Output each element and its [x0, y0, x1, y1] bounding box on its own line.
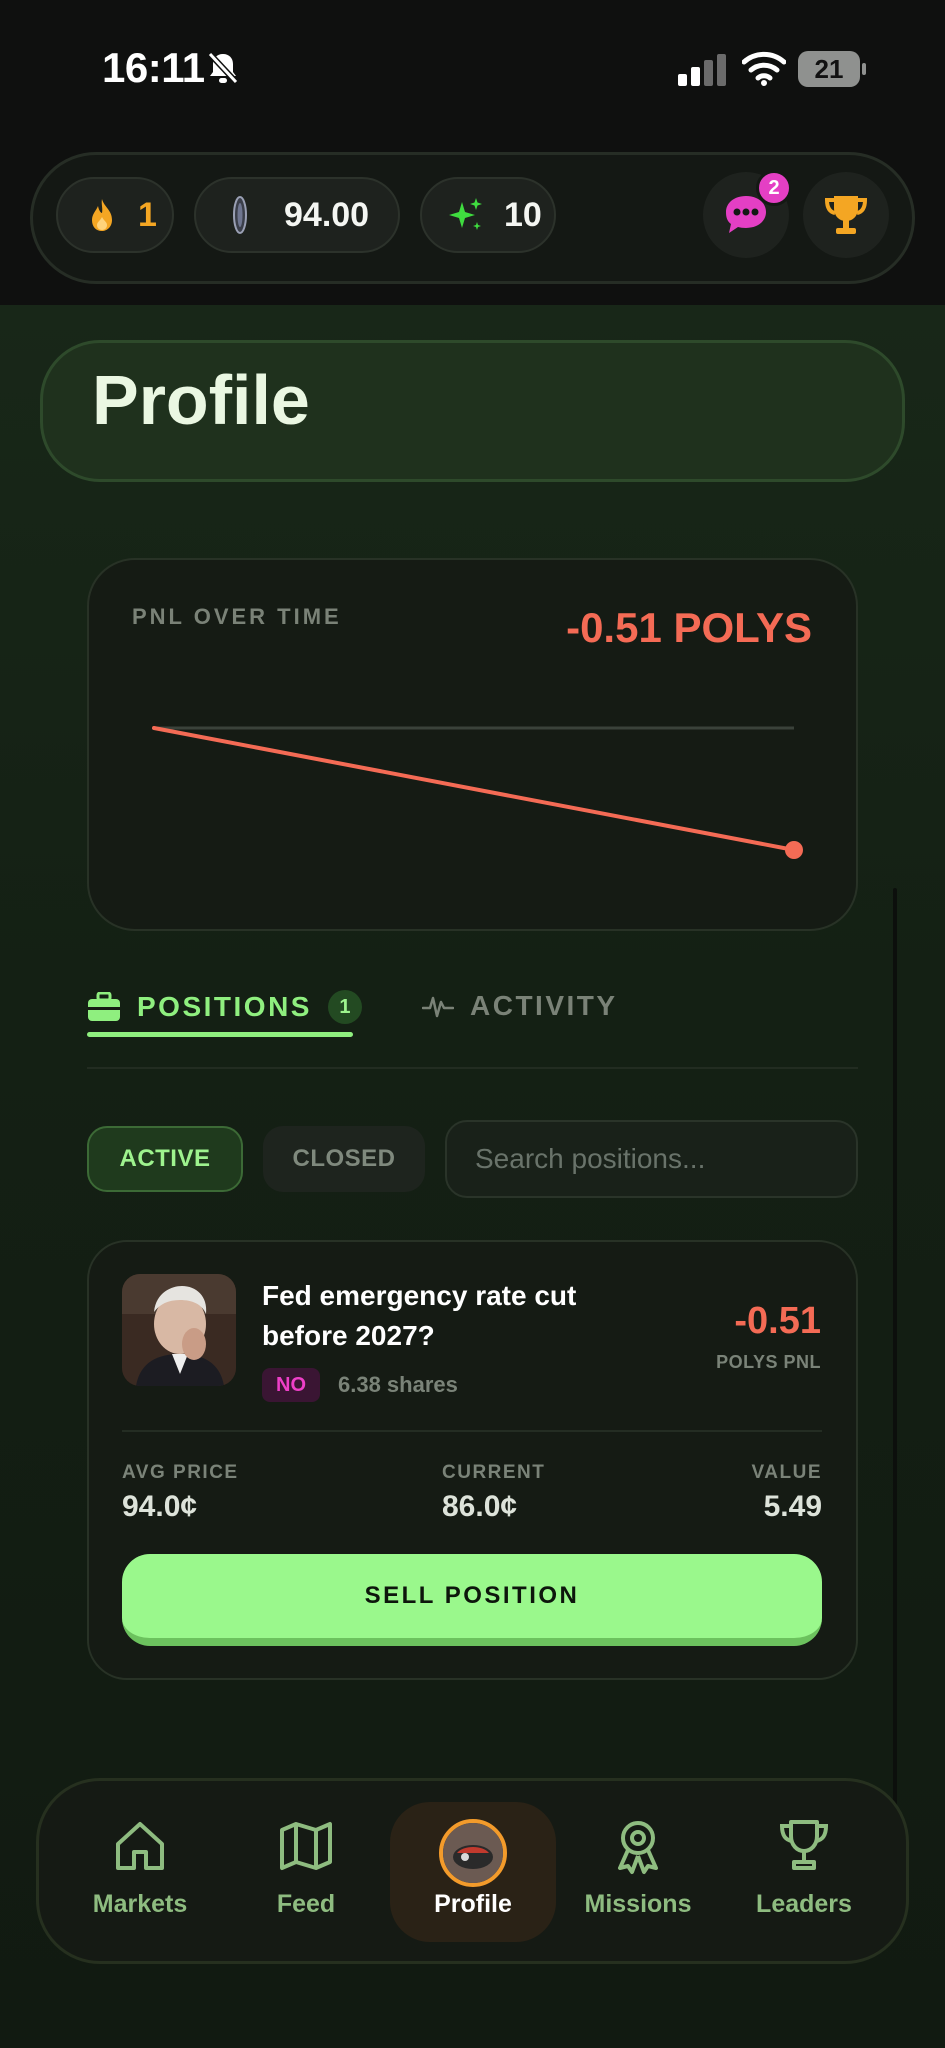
value-amount: 5.49	[763, 1490, 822, 1523]
sparkles-pill[interactable]: 10	[420, 177, 556, 253]
current-price-label: CURRENT	[442, 1462, 546, 1483]
position-title: Fed emergency rate cut before 2027?	[262, 1280, 577, 1351]
position-shares: 6.38 shares	[338, 1372, 458, 1397]
market-image	[122, 1274, 236, 1386]
nav-item-label: Leaders	[756, 1890, 852, 1918]
wifi-icon	[742, 51, 786, 86]
page-title: Profile	[92, 361, 310, 439]
messages-badge: 2	[756, 170, 792, 206]
chart-point	[785, 841, 803, 859]
pulse-icon	[422, 996, 454, 1018]
nav-item-label: Missions	[584, 1890, 692, 1918]
balance-value: 94.00	[284, 195, 370, 234]
tab-positions-count: 1	[327, 990, 362, 1024]
tab-activity[interactable]: ACTIVITY	[422, 990, 618, 1022]
nav-item-feed[interactable]: Feed	[231, 1790, 381, 1950]
trophy-button[interactable]	[803, 172, 889, 258]
filter-closed-button[interactable]: CLOSED	[263, 1126, 425, 1192]
position-divider	[122, 1430, 822, 1432]
scrollbar[interactable]	[893, 888, 897, 1808]
streak-count: 1	[138, 195, 157, 234]
signal-icon	[678, 54, 726, 86]
current-price-value: 86.0¢	[442, 1490, 518, 1523]
nav-item-profile[interactable]: Profile	[398, 1790, 548, 1950]
position-pnl: -0.51	[734, 1300, 821, 1342]
tabs-divider	[87, 1067, 858, 1069]
tab-positions-label: POSITIONS	[137, 991, 312, 1022]
nav-item-label: Feed	[276, 1890, 336, 1918]
avg-price-label: AVG PRICE	[122, 1462, 239, 1483]
map-icon	[280, 1822, 332, 1870]
coin-icon	[233, 196, 247, 234]
nav-item-missions[interactable]: Missions	[563, 1790, 713, 1950]
home-icon	[116, 1822, 164, 1870]
streak-pill[interactable]: 1	[56, 177, 174, 253]
avg-price-value: 94.0¢	[122, 1490, 198, 1523]
nav-item-leaders[interactable]: Leaders	[729, 1790, 879, 1950]
position-side-badge: NO	[262, 1368, 320, 1402]
tab-positions[interactable]: POSITIONS 1	[87, 990, 362, 1024]
battery-level: 21	[814, 54, 844, 84]
pnl-label: PNL OVER TIME	[132, 604, 342, 629]
flame-icon	[92, 199, 112, 231]
sell-position-button[interactable]: SELL POSITION	[122, 1554, 822, 1646]
nav-item-label: Profile	[434, 1890, 512, 1918]
medal-icon	[618, 1821, 658, 1874]
nav-item-label: Markets	[92, 1890, 188, 1918]
trophy-icon	[824, 196, 868, 234]
pnl-chart	[152, 726, 803, 859]
tab-active-indicator	[87, 1032, 353, 1037]
pnl-value: -0.51 POLYS	[566, 604, 812, 651]
sparkles-count: 10	[504, 195, 542, 234]
sparkles-icon	[449, 198, 482, 230]
nav-item-markets[interactable]: Markets	[65, 1790, 215, 1950]
battery-icon: 21	[798, 51, 866, 87]
tab-activity-label: ACTIVITY	[470, 990, 618, 1021]
chart-series-line	[152, 726, 796, 852]
trophy-icon	[779, 1820, 829, 1870]
search-input[interactable]: Search positions...	[445, 1120, 858, 1198]
briefcase-icon	[88, 992, 120, 1021]
filter-active-button[interactable]: ACTIVE	[87, 1126, 243, 1192]
position-pnl-label: POLYS PNL	[716, 1352, 821, 1372]
status-time: 16:11	[102, 44, 205, 91]
bell-muted-icon	[206, 50, 240, 86]
value-label: VALUE	[751, 1462, 822, 1483]
balance-pill[interactable]: 94.00	[194, 177, 400, 253]
